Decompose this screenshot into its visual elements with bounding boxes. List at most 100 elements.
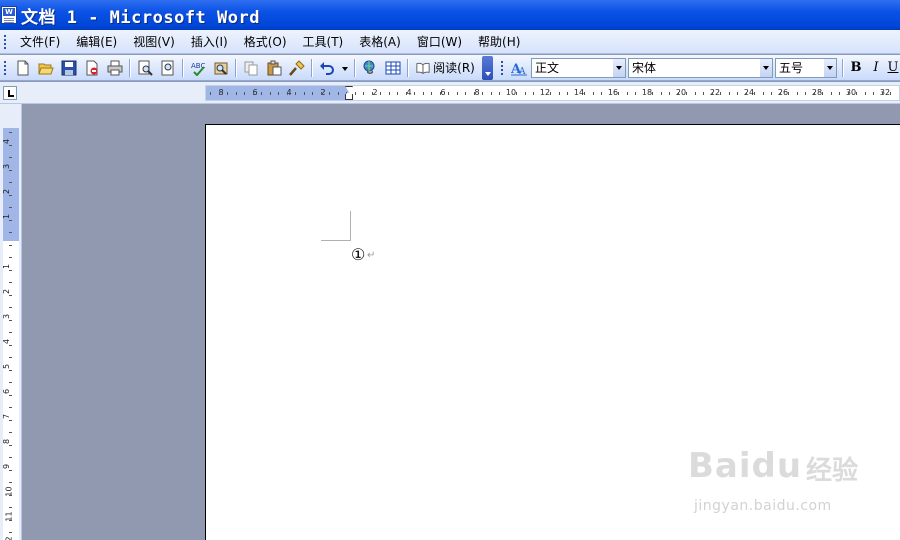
ruler-tick (805, 92, 806, 95)
ruler-tick (9, 219, 12, 221)
ruler-tick (745, 92, 747, 95)
spelling-icon[interactable]: ABC (188, 58, 208, 78)
toolbar-separator (129, 58, 131, 77)
ruler-tick (9, 494, 12, 496)
margin-corner-mark (350, 211, 351, 241)
menu-insert[interactable]: 插入(I) (183, 32, 236, 52)
menu-edit[interactable]: 编辑(E) (68, 32, 125, 52)
format-toolbar-grip[interactable] (498, 60, 504, 75)
ruler-tick (9, 382, 12, 383)
styles-and-formatting-icon[interactable]: AA (509, 58, 529, 78)
ruler-tick (9, 169, 12, 171)
ruler-tick (660, 92, 662, 95)
ruler-tick (873, 92, 874, 95)
ruler-tick (295, 92, 296, 95)
toolbar-separator (235, 58, 237, 77)
ruler-tick (652, 92, 653, 95)
print-icon[interactable] (105, 58, 125, 78)
research-icon[interactable] (211, 58, 231, 78)
chevron-down-icon[interactable] (823, 58, 836, 77)
menu-bar: 文件(F) 编辑(E) 视图(V) 插入(I) 格式(O) 工具(T) 表格(A… (0, 30, 900, 54)
menu-view[interactable]: 视图(V) (125, 32, 183, 52)
document-text[interactable]: ① (351, 245, 365, 264)
ruler-tick (856, 92, 857, 95)
bold-button[interactable]: B (846, 58, 866, 78)
ruler-tick (643, 92, 645, 95)
ruler-tick-label: 4 (3, 139, 11, 144)
underline-button[interactable]: U (886, 58, 900, 78)
table-icon[interactable] (383, 58, 403, 78)
ruler-tick (711, 92, 713, 95)
ruler-tick (9, 144, 12, 146)
format-painter-icon[interactable] (287, 58, 307, 78)
ruler-tick (329, 92, 330, 95)
chevron-down-icon[interactable] (612, 58, 625, 77)
ruler-tick-label: 7 (3, 414, 11, 419)
ruler-tick (558, 92, 560, 95)
menu-grip[interactable] (2, 34, 8, 49)
ruler-tick (9, 332, 12, 333)
open-icon[interactable] (36, 58, 56, 78)
ruler-tick (533, 92, 534, 95)
margin-corner-mark (321, 240, 351, 241)
ruler-tick (9, 407, 12, 408)
ruler-row: 8 6 4 2 2 4 6 8 10 12 14 16 18 20 22 24 26 28 30 32 (0, 82, 900, 104)
ruler-tick-label: 12 (5, 536, 14, 540)
read-button[interactable]: 阅读(R) (413, 58, 478, 78)
ruler-tick (9, 357, 12, 358)
menu-help[interactable]: 帮助(H) (470, 32, 528, 52)
style-select[interactable]: 正文 (530, 57, 626, 78)
vertical-ruler[interactable]: 4321123456789101112 (3, 128, 19, 540)
font-size-value: 五号 (778, 61, 803, 75)
italic-button[interactable]: I (866, 58, 886, 78)
font-select[interactable]: 宋体 (627, 57, 773, 78)
print-preview-icon[interactable] (135, 58, 155, 78)
toolbar-separator (182, 58, 184, 77)
ruler-tick (601, 92, 602, 95)
paste-icon[interactable] (264, 58, 284, 78)
menu-window[interactable]: 窗口(W) (409, 32, 470, 52)
menu-format[interactable]: 格式(O) (236, 32, 295, 52)
ruler-tick (524, 92, 526, 95)
ruler-tick (703, 92, 704, 95)
ruler-tick (9, 394, 12, 396)
horizontal-ruler[interactable]: 8 6 4 2 2 4 6 8 10 12 14 16 18 20 22 24 26 28 30 32 (205, 85, 900, 101)
ruler-tick (490, 92, 492, 95)
toolbar-grip[interactable] (2, 60, 8, 75)
font-size-select[interactable]: 五号 (774, 57, 837, 78)
ruler-tick-label: 4 (406, 88, 412, 97)
ruler-tick (439, 92, 441, 95)
baidu-watermark: Baidu 经验 jingyan.baidu.com (688, 446, 888, 526)
ruler-tick (9, 282, 12, 283)
undo-dropdown-icon[interactable] (340, 58, 350, 78)
ruler-tick (286, 92, 288, 95)
tab-stop-selector[interactable] (3, 86, 17, 100)
undo-icon[interactable] (317, 58, 337, 78)
permission-icon[interactable] (82, 58, 102, 78)
ruler-tick (405, 92, 407, 95)
copy-icon[interactable] (241, 58, 261, 78)
ruler-tick (261, 92, 262, 95)
ruler-tick (788, 92, 789, 95)
chevron-down-icon[interactable] (759, 58, 772, 77)
menu-tools[interactable]: 工具(T) (295, 32, 352, 52)
ruler-tick (9, 482, 12, 483)
new-icon[interactable] (13, 58, 33, 78)
ruler-tick (235, 92, 237, 95)
print-preview-icon[interactable] (158, 58, 178, 78)
ruler-tick (9, 507, 12, 508)
toolbar-options-button[interactable] (481, 55, 493, 80)
word-document-icon[interactable]: W (1, 6, 17, 24)
ruler-tick (303, 92, 305, 95)
ruler-tick (9, 344, 12, 346)
ruler-tick (465, 92, 466, 95)
ruler-tick (9, 519, 12, 521)
save-icon[interactable] (59, 58, 79, 78)
menu-table[interactable]: 表格(A) (351, 32, 409, 52)
hyperlink-icon[interactable] (360, 58, 380, 78)
ruler-tick (278, 92, 279, 95)
ruler-tick (9, 269, 12, 271)
ruler-tick (9, 182, 12, 183)
ruler-tick (244, 92, 245, 95)
menu-file[interactable]: 文件(F) (12, 32, 68, 52)
